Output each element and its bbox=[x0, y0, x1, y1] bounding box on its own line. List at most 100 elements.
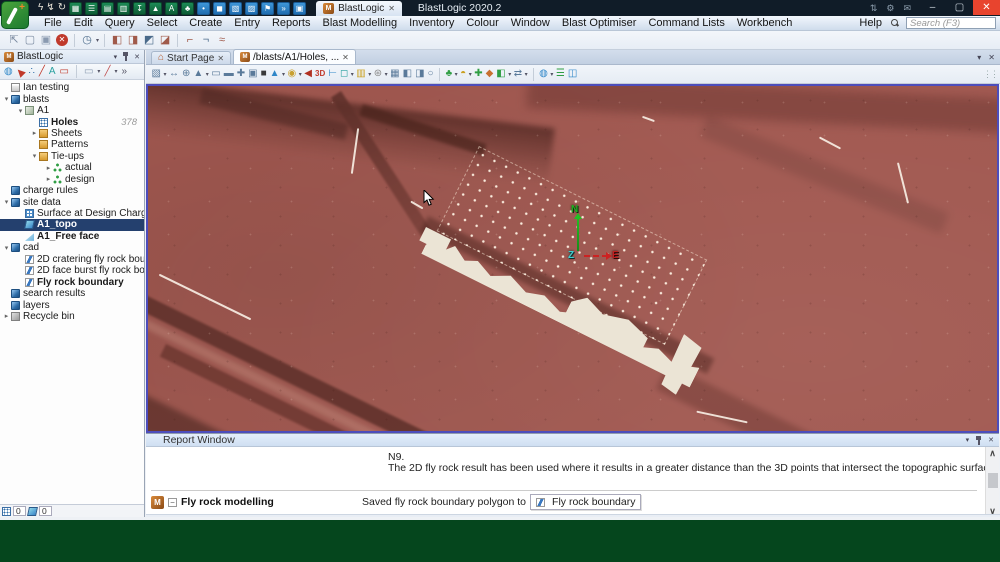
tree-item-2d-cratering-fly-rock-boun[interactable]: 2D cratering fly rock boun... bbox=[0, 254, 144, 265]
view-orientation-icon-dropdown[interactable]: ▾ bbox=[206, 71, 209, 78]
overflow-icon[interactable]: » bbox=[120, 65, 128, 79]
view-sphere-icon[interactable]: ◍ bbox=[3, 65, 14, 79]
minimize-button[interactable]: – bbox=[919, 0, 946, 15]
toolbar-grip[interactable]: ⋮⋮ bbox=[983, 69, 997, 80]
render-style-icon-dropdown[interactable]: ▾ bbox=[163, 71, 166, 78]
hide-panel-icon[interactable]: ▬ bbox=[222, 66, 235, 82]
menu-entry[interactable]: Entry bbox=[228, 16, 266, 31]
chevron-closed-icon[interactable]: ▸ bbox=[44, 164, 53, 172]
tree-item-tie-ups[interactable]: ▾Tie-ups bbox=[0, 151, 144, 162]
terrain-tile-icon[interactable]: ▲ bbox=[149, 2, 162, 15]
app-tab-close-icon[interactable]: ✕ bbox=[388, 4, 395, 13]
audio-left-icon[interactable]: ◧ bbox=[401, 66, 413, 82]
rect-selection-icon[interactable]: ▭ bbox=[83, 65, 94, 79]
lighting-icon[interactable]: ◉ bbox=[286, 66, 298, 82]
app-tab-blastlogic[interactable]: M BlastLogic ✕ bbox=[316, 1, 402, 16]
list-tile-icon[interactable]: ☰ bbox=[85, 2, 98, 15]
menu-blast-optimiser[interactable]: Blast Optimiser bbox=[556, 16, 643, 31]
maximize-button[interactable]: ▢ bbox=[946, 0, 973, 15]
tree-item-ian-testing[interactable]: Ian testing bbox=[0, 82, 144, 93]
paste-icon[interactable]: ▣ bbox=[38, 32, 54, 48]
announce-off-icon[interactable]: ◀ bbox=[303, 66, 314, 82]
fit-width-icon[interactable]: ↔ bbox=[167, 66, 180, 82]
tieup-edit-icon[interactable]: ¬ bbox=[198, 32, 214, 48]
audio-right-icon[interactable]: ◨ bbox=[414, 66, 426, 82]
panel-close-icon[interactable]: ✕ bbox=[134, 53, 140, 61]
pin-icon[interactable] bbox=[122, 52, 129, 61]
menu-query[interactable]: Query bbox=[99, 16, 141, 31]
chevron-closed-icon[interactable]: ▸ bbox=[2, 312, 11, 320]
report-pin-icon[interactable] bbox=[975, 436, 982, 445]
move-origin-icon[interactable]: ◆ bbox=[484, 66, 495, 82]
menu-window[interactable]: Window bbox=[505, 16, 556, 31]
tree-item-design[interactable]: ▸design bbox=[0, 174, 144, 185]
doc-tab-start-page[interactable]: ⌂Start Page✕ bbox=[151, 51, 231, 64]
tree-item-holes[interactable]: Holes378 bbox=[0, 116, 144, 127]
chart-tile-icon[interactable]: ▨ bbox=[245, 2, 258, 15]
hole-sync-icon[interactable]: ◪ bbox=[157, 32, 173, 48]
line-select-icon[interactable]: ╱ bbox=[38, 65, 46, 79]
solid-view-icon[interactable]: ■ bbox=[259, 66, 268, 82]
clip-box-icon-dropdown[interactable]: ▾ bbox=[508, 71, 511, 78]
menu-workbench[interactable]: Workbench bbox=[731, 16, 798, 31]
tree-item-fly-rock-boundary[interactable]: Fly rock boundary bbox=[0, 276, 144, 287]
view-orientation-icon[interactable]: ▲ bbox=[192, 66, 205, 82]
shape-toggle-icon-dropdown[interactable]: ▾ bbox=[469, 71, 472, 78]
help-menu[interactable]: Help bbox=[855, 17, 886, 29]
hole-move-icon[interactable]: ◨ bbox=[125, 32, 141, 48]
tree-item-blasts[interactable]: ▾blasts bbox=[0, 93, 144, 104]
doc-tab-blasts-a1-holes[interactable]: M/blasts/A1/Holes, ...✕ bbox=[233, 49, 356, 64]
rect-selection-icon-dropdown[interactable]: ▾ bbox=[97, 68, 100, 75]
tree-item-patterns[interactable]: Patterns bbox=[0, 139, 144, 150]
copy-view-icon[interactable]: ▣ bbox=[247, 66, 259, 82]
select-cursor-icon[interactable]: ▶ bbox=[12, 63, 29, 80]
fly-rock-boundary-link[interactable]: Fly rock boundary bbox=[530, 494, 641, 510]
shape-toggle-icon[interactable]: ◓ bbox=[459, 66, 468, 82]
menu-select[interactable]: Select bbox=[141, 16, 184, 31]
scroll-up-icon[interactable]: ∧ bbox=[989, 447, 996, 459]
console-tile-icon[interactable]: » bbox=[277, 2, 290, 15]
split-view-icon[interactable]: ◫ bbox=[566, 66, 578, 82]
points-select-icon[interactable]: ∴ bbox=[27, 65, 35, 79]
collapse-task-icon[interactable]: − bbox=[168, 498, 177, 507]
settings-gear-icon[interactable]: ⚙ bbox=[886, 3, 894, 14]
scene-tree-icon-dropdown[interactable]: ▾ bbox=[455, 71, 458, 78]
grid-icon[interactable]: ▦ bbox=[389, 66, 401, 82]
box-select-icon[interactable]: ▭ bbox=[59, 65, 70, 79]
tab-close-icon[interactable]: ✕ bbox=[342, 53, 349, 62]
text-tile-icon[interactable]: A bbox=[165, 2, 178, 15]
tree-item-recycle-bin[interactable]: ▸Recycle bin bbox=[0, 311, 144, 322]
tree-item-a1[interactable]: ▾A1 bbox=[0, 105, 144, 116]
chevron-open-icon[interactable]: ▾ bbox=[2, 95, 11, 103]
redo-arrow-icon[interactable]: ↯ bbox=[46, 1, 54, 15]
spray-label-icon-dropdown[interactable]: ▾ bbox=[282, 71, 285, 78]
chevron-closed-icon[interactable]: ▸ bbox=[44, 175, 53, 183]
polyline-selection-icon[interactable]: ╱ bbox=[103, 65, 111, 79]
menu-edit[interactable]: Edit bbox=[68, 16, 99, 31]
tree-item-actual[interactable]: ▸actual bbox=[0, 162, 144, 173]
report-tile-icon[interactable]: ▦ bbox=[69, 2, 82, 15]
window-tile-icon[interactable]: ▣ bbox=[293, 2, 306, 15]
tree-item-2d-face-burst-fly-rock-boun[interactable]: 2D face burst fly rock boun... bbox=[0, 265, 144, 276]
menu-blast-modelling[interactable]: Blast Modelling bbox=[317, 16, 404, 31]
hole-edit-icon[interactable]: ◧ bbox=[109, 32, 125, 48]
tree-item-layers[interactable]: layers bbox=[0, 299, 144, 310]
stretch-icon[interactable]: ⇄ bbox=[512, 66, 523, 82]
overlay-icon[interactable]: ◍ bbox=[538, 66, 550, 82]
menu-colour[interactable]: Colour bbox=[460, 16, 504, 31]
label-tool-icon[interactable]: A bbox=[48, 65, 57, 79]
find-icon[interactable]: ○ bbox=[426, 66, 435, 82]
import-tile-icon[interactable]: ↧ bbox=[133, 2, 146, 15]
tree-item-site-data[interactable]: ▾site data bbox=[0, 196, 144, 207]
section-plane-icon[interactable]: ▭ bbox=[210, 66, 222, 82]
select-mode-icon-dropdown[interactable]: ▾ bbox=[351, 71, 354, 78]
tree-item-sheets[interactable]: ▸Sheets bbox=[0, 128, 144, 139]
export-icon[interactable]: ⇱ bbox=[6, 32, 22, 48]
3d-viewport[interactable]: N Z E bbox=[146, 84, 999, 433]
menu-create[interactable]: Create bbox=[183, 16, 228, 31]
doc-tile-icon[interactable]: ▧ bbox=[229, 2, 242, 15]
tieup-curve-icon[interactable]: ≈ bbox=[214, 32, 230, 48]
highlight-icon[interactable]: ✚ bbox=[235, 66, 246, 82]
new-sheet-icon[interactable]: ▢ bbox=[22, 32, 38, 48]
chevron-open-icon[interactable]: ▾ bbox=[16, 107, 25, 115]
